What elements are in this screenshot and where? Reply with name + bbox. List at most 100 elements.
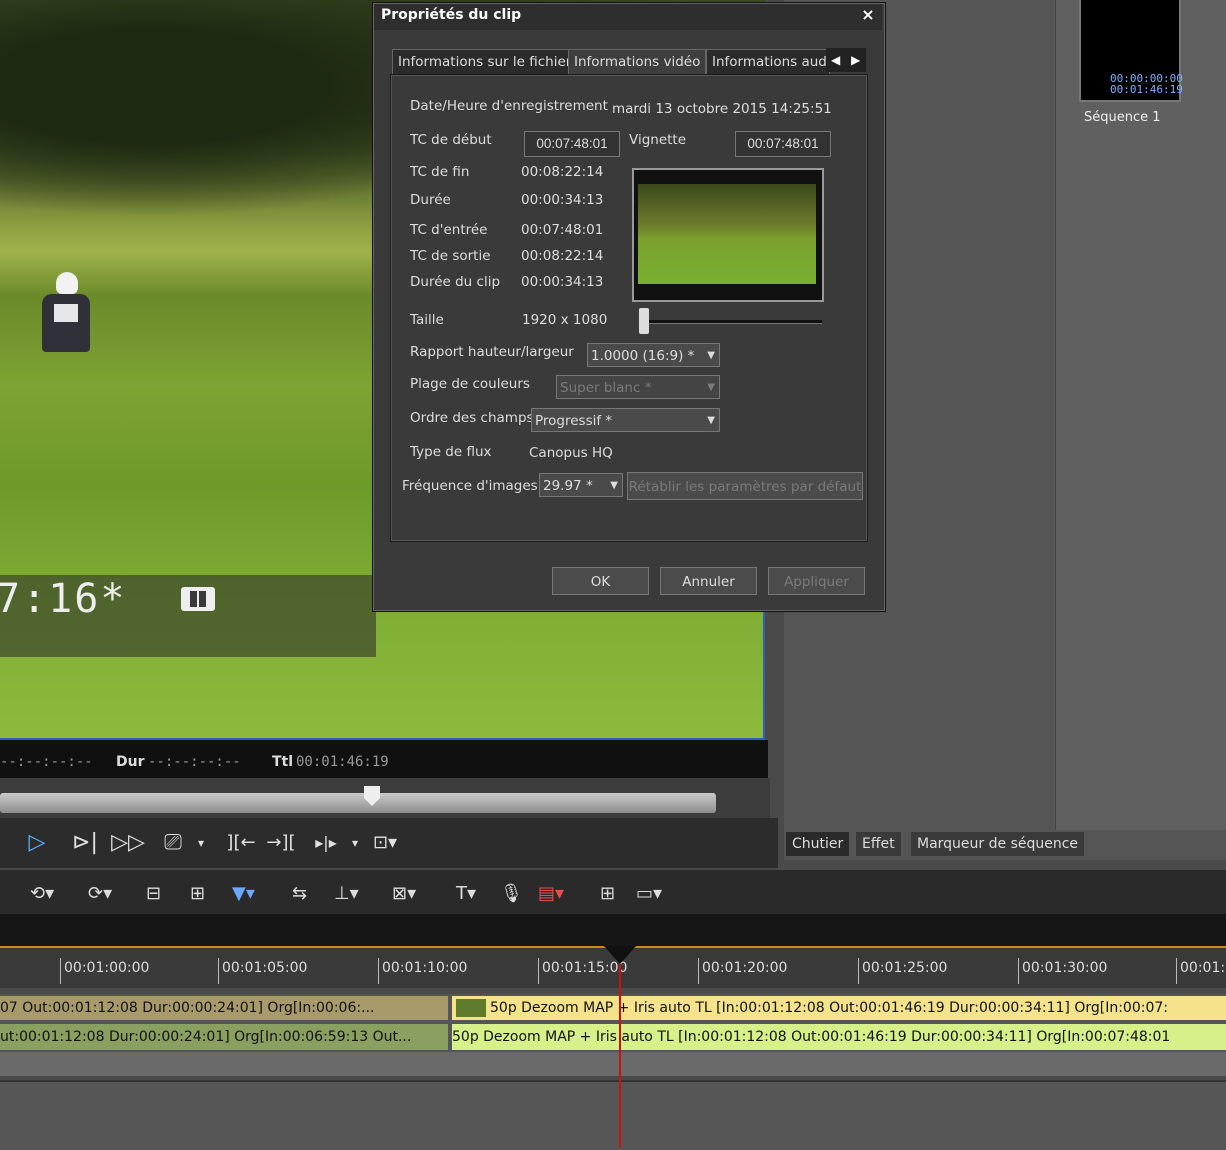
tab-scroll-left-icon[interactable]: ◀ [831,48,840,72]
timeline-clip-selected[interactable]: 50p Dezoom MAP + Iris auto TL [In:00:01:… [452,996,1226,1020]
size-label: Taille [410,312,444,328]
tab-effet[interactable]: Effet [856,832,901,856]
loop-icon[interactable]: ⎚ [158,828,188,858]
tab-video-info[interactable]: Informations vidéo [568,49,706,74]
sequence-tc-out: 00:01:46:19 [1110,83,1183,96]
subject-body [42,294,90,352]
dur-label: Dur [116,754,145,770]
chevron-down-icon: ▼ [707,415,715,426]
aspect-select[interactable]: 1.0000 (16:9) * ▼ [587,343,720,367]
tab-scroll: ◀ ▶ [826,48,866,72]
tab-scroll-right-icon[interactable]: ▶ [851,48,860,72]
audio-track-1 [0,1052,1226,1076]
playhead-line [619,964,621,1148]
reset-defaults-button: Rétablir les paramètres par défaut [627,472,863,500]
insert-icon[interactable]: ▸|▸ [308,828,344,858]
ruler-tick [1018,958,1019,984]
frame-rate-select-value: 29.97 * [543,478,593,494]
grid-icon[interactable]: ⊞ [600,880,615,908]
dur-timecode: --:--:--:-- [148,754,241,770]
ruler-tick [60,958,61,984]
insert-dropdown-icon[interactable]: ▾ [348,828,362,858]
color-range-label: Plage de couleurs [410,376,530,392]
set-out-icon[interactable]: →][ [266,828,296,858]
undo-icon[interactable]: ⟲▾ [30,880,54,908]
aspect-label: Rapport hauteur/largeur [410,344,574,360]
fast-forward-icon[interactable]: ▷▷ [110,828,146,858]
title-icon[interactable]: T▾ [456,880,476,908]
ruler-label: 00:01:05:00 [222,960,308,976]
chevron-down-icon: ▼ [610,480,618,491]
loop-dropdown-icon[interactable]: ▾ [194,828,208,858]
duration-label: Durée [410,192,451,208]
timeline-clip-selected-audio[interactable]: 50p Dezoom MAP + Iris auto TL [In:00:01:… [452,1024,1226,1050]
ttl-timecode: 00:01:46:19 [296,754,389,770]
color-range-select: Super blanc * ▼ [556,375,720,399]
thumbnail-tc-field[interactable]: 00:07:48:01 [735,131,831,157]
sequence-label[interactable]: Séquence 1 [1084,110,1161,125]
set-in-icon[interactable]: ][← [226,828,256,858]
marker-icon[interactable]: ▼▾ [232,880,255,908]
timeline-clip-previous[interactable]: 07 Out:00:01:12:08 Dur:00:00:24:01] Org[… [0,996,448,1020]
ruler-tick [858,958,859,984]
aspect-select-value: 1.0000 (16:9) * [591,348,695,364]
tc-end-value: 00:08:22:14 [521,164,604,180]
timeline-clip-previous-audio[interactable]: ut:00:01:12:08 Dur:00:00:24:01] Org[In:0… [0,1024,448,1050]
stream-type-value: Canopus HQ [529,445,613,461]
rec-date-label: Date/Heure d'enregistrement [410,98,608,114]
window-icon[interactable]: ▭▾ [636,880,662,908]
clip-thumbnail-image [638,184,816,284]
split-icon[interactable]: ⊟ [146,880,161,908]
tab-chutier[interactable]: Chutier [786,832,850,856]
tab-audio-info[interactable]: Informations audio [706,49,830,74]
ruler-label: 00:01:25:00 [862,960,948,976]
color-range-select-value: Super blanc * [560,380,652,396]
rec-date-value: mardi 13 octobre 2015 14:25:51 [612,101,832,117]
clip-duration-label: Durée du clip [410,274,501,290]
tc-end-label: TC de fin [410,164,470,180]
chevron-down-icon: ▼ [707,382,715,393]
render-icon[interactable]: ▤▾ [538,880,564,908]
in-timecode: --:--:--:-- [0,754,93,770]
mix-icon[interactable]: ⊠▾ [392,880,416,908]
tc-start-field[interactable]: 00:07:48:01 [524,131,620,157]
field-order-label: Ordre des champs [410,410,534,426]
audio-track-2 [0,1080,1226,1150]
size-value: 1920 x 1080 [522,312,608,328]
chevron-down-icon: ▼ [707,350,715,361]
frame-rate-label: Fréquence d'images [402,478,538,494]
frame-rate-select[interactable]: 29.97 * ▼ [539,473,623,497]
ruler-label: 00:01:30:00 [1022,960,1108,976]
thumbnail-slider-handle[interactable] [639,308,649,334]
ruler-label: 00:01:15:00 [542,960,628,976]
cancel-button[interactable]: Annuler [660,567,757,595]
ruler-label: 00:01:00:00 [64,960,150,976]
thumbnail-slider-track[interactable] [642,320,822,324]
tab-file-info[interactable]: Informations sur le fichier [392,49,569,74]
thumbnail-label: Vignette [629,132,687,148]
play-frame-icon[interactable]: ⊳| [70,828,100,858]
ripple-icon[interactable]: ⊞ [190,880,205,908]
ok-button[interactable]: OK [552,567,649,595]
ruler-tick [698,958,699,984]
timeline-header [0,914,1226,948]
pause-icon[interactable] [181,587,215,611]
stream-type-label: Type de flux [410,444,492,460]
microphone-icon[interactable]: 🎙 [500,880,523,908]
ruler-label: 00:01:10:00 [382,960,468,976]
field-order-select-value: Progressif * [535,413,613,429]
tab-marqueur-sequence[interactable]: Marqueur de séquence [911,832,1085,856]
scrub-bar[interactable] [0,793,716,813]
overwrite-icon[interactable]: ⊡▾ [370,828,400,858]
redo-icon[interactable]: ⟳▾ [88,880,112,908]
play-icon[interactable]: ▷ [22,828,52,858]
trim-icon[interactable]: ⊥▾ [334,880,359,908]
snap-icon[interactable]: ⇆ [292,880,307,908]
field-order-select[interactable]: Progressif * ▼ [531,408,720,432]
close-icon[interactable]: × [858,4,878,26]
ruler-tick [538,958,539,984]
subject-chest [54,304,78,322]
subject-helmet [56,272,78,294]
preview-subject [42,272,90,352]
ruler-label: 00:01:20:00 [702,960,788,976]
